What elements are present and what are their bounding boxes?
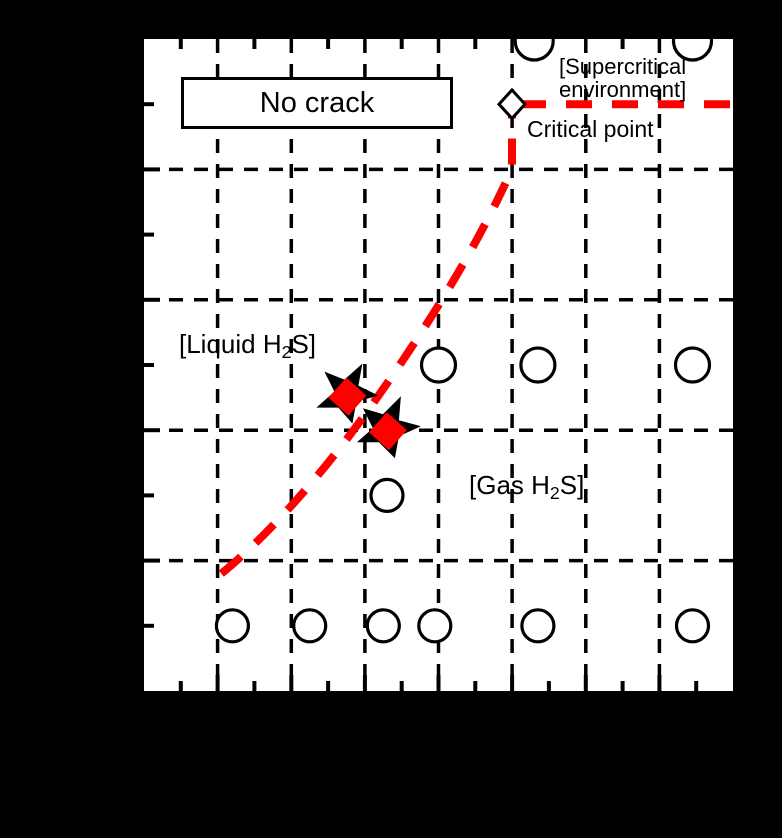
data-point-circle [214, 608, 251, 644]
liquid-label-head: [Liquid H [179, 329, 282, 359]
supercritical-environment-annotation: [Supercritical environment] [559, 55, 686, 101]
critical-point-annotation: Critical point [527, 116, 654, 142]
y-axis-label-head: H [34, 538, 67, 560]
no-crack-label: No crack [259, 86, 375, 119]
liquid-label-subscript: 2 [281, 341, 292, 362]
data-point-circle [673, 346, 712, 384]
xtick-label-80: 80 [422, 708, 454, 738]
liquid-phase-annotation: [Liquid H2S] [179, 329, 317, 362]
gas-label-subscript: 2 [549, 482, 560, 503]
xtick-label-40: 40 [273, 708, 305, 738]
x-axis-label-superscript: o [462, 786, 475, 811]
data-point-circle [674, 608, 711, 644]
crack-markers [316, 363, 421, 459]
xtick-label-60: 60 [348, 708, 380, 738]
critical-point-marker [496, 87, 528, 121]
xtick-label-120: 120 [562, 708, 610, 738]
ytick-label-100: 100 [73, 20, 120, 50]
x-axis-label: Temperature (oC) [0, 786, 782, 822]
gas-label-tail: S] [559, 470, 585, 500]
x-axis-label-head: Temperature ( [275, 788, 463, 822]
x-axis-label-tail: C) [474, 788, 507, 822]
y-axis-label: H2S pressure (bar) [34, 310, 72, 560]
ytick-label-80: 80 [88, 151, 120, 181]
xtick-label-0: 0 [133, 708, 149, 738]
xtick-label-20: 20 [199, 708, 231, 738]
xtick-label-140: 140 [637, 708, 685, 738]
data-point-circle [520, 608, 556, 644]
liquid-label-tail: S] [291, 329, 317, 359]
xtick-label-100: 100 [488, 708, 536, 738]
data-point-circle [292, 608, 328, 644]
no-crack-annotation-box: No crack [181, 77, 453, 129]
data-point-circle [419, 346, 458, 384]
supercritical-line-2: environment] [559, 77, 687, 103]
gas-label-head: [Gas H [469, 470, 550, 500]
y-axis-label-subscript: 2 [48, 526, 71, 539]
data-point-circle [513, 39, 555, 62]
data-point-circle [519, 346, 557, 384]
plot-area: No crack [Supercritical environment] Cri… [141, 36, 736, 694]
ytick-label-0: 0 [104, 677, 120, 707]
y-axis-label-tail: S pressure (bar) [34, 310, 67, 527]
data-point-circle [417, 608, 453, 644]
ytick-label-60: 60 [88, 282, 120, 312]
supercritical-line-1: [Supercritical [559, 54, 687, 79]
figure-root: 100 80 60 40 20 0 H2S pressure (bar) 0 2… [0, 0, 782, 838]
data-point-circle [365, 608, 401, 644]
data-point-circle [369, 477, 405, 513]
xtick-label-160: 160 [711, 708, 759, 738]
gas-phase-annotation: [Gas H2S] [469, 470, 585, 503]
